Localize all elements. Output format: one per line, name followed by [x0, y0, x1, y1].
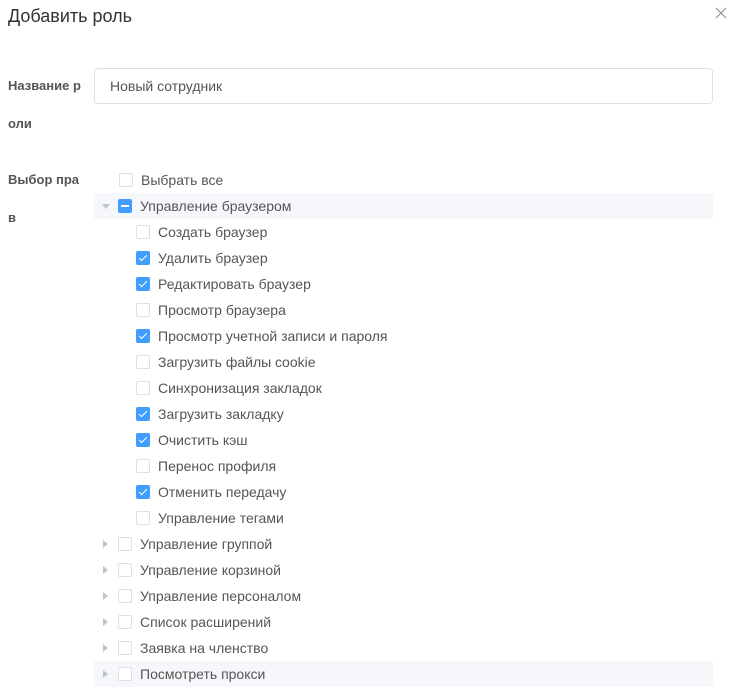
- checkbox[interactable]: [136, 225, 150, 239]
- tree-item-label: Список расширений: [140, 614, 272, 630]
- tree-child-item[interactable]: Загрузить файлы cookie: [94, 349, 713, 375]
- checkbox[interactable]: [136, 277, 150, 291]
- checkbox[interactable]: [118, 563, 132, 577]
- close-icon: [715, 7, 727, 19]
- checkbox[interactable]: [118, 667, 132, 681]
- tree-item-label: Редактировать браузер: [158, 276, 311, 292]
- checkbox[interactable]: [136, 459, 150, 473]
- tree-child-item[interactable]: Создать браузер: [94, 219, 713, 245]
- checkbox[interactable]: [136, 303, 150, 317]
- tree-item-label: Создать браузер: [158, 224, 268, 240]
- checkbox[interactable]: [118, 199, 132, 213]
- tree-group-item[interactable]: Управление группой: [94, 531, 713, 557]
- tree-child-item[interactable]: Синхронизация закладок: [94, 375, 713, 401]
- add-role-dialog: Добавить роль Название роли Выбор прав В…: [0, 0, 730, 697]
- tree-item-label: Отменить передачу: [158, 484, 287, 500]
- checkbox[interactable]: [118, 641, 132, 655]
- permissions-label: Выбор прав: [8, 172, 80, 225]
- tree-child-item[interactable]: Отменить передачу: [94, 479, 713, 505]
- tree-item-label: Выбрать все: [141, 172, 224, 188]
- caret-right-icon[interactable]: [103, 592, 108, 600]
- tree-child-item[interactable]: Удалить браузер: [94, 245, 713, 271]
- tree-item-label: Управление браузером: [140, 198, 292, 214]
- tree-group-item[interactable]: Управление браузером: [94, 193, 713, 219]
- caret-down-icon[interactable]: [102, 204, 110, 209]
- role-name-label: Название роли: [8, 78, 81, 131]
- tree-item-label: Перенос профиля: [158, 458, 277, 474]
- checkbox[interactable]: [118, 537, 132, 551]
- tree-child-item[interactable]: Управление тегами: [94, 505, 713, 531]
- tree-child-item[interactable]: Просмотр учетной записи и пароля: [94, 323, 713, 349]
- checkbox[interactable]: [136, 381, 150, 395]
- tree-group-item[interactable]: Управление корзиной: [94, 557, 713, 583]
- tree-item-label: Синхронизация закладок: [158, 380, 322, 396]
- tree-item-label: Заявка на членство: [140, 640, 269, 656]
- tree-item-label: Очистить кэш: [158, 432, 248, 448]
- checkbox[interactable]: [136, 329, 150, 343]
- tree-item-label: Управление персоналом: [140, 588, 302, 604]
- checkbox[interactable]: [119, 173, 133, 187]
- tree-group-item[interactable]: Список расширений: [94, 609, 713, 635]
- tree-child-item[interactable]: Очистить кэш: [94, 427, 713, 453]
- checkbox[interactable]: [136, 251, 150, 265]
- tree-group-item[interactable]: Управление персоналом: [94, 583, 713, 609]
- tree-child-item[interactable]: Перенос профиля: [94, 453, 713, 479]
- tree-child-item[interactable]: Загрузить закладку: [94, 401, 713, 427]
- checkbox[interactable]: [136, 355, 150, 369]
- role-name-input[interactable]: [94, 68, 713, 104]
- tree-group-item[interactable]: Заявка на членство: [94, 635, 713, 661]
- caret-right-icon[interactable]: [103, 540, 108, 548]
- tree-item-label: Управление корзиной: [140, 562, 281, 578]
- permissions-tree: Выбрать все Управление браузером Создать б…: [94, 167, 713, 687]
- tree-item-label: Просмотр браузера: [158, 302, 286, 318]
- caret-right-icon[interactable]: [103, 644, 108, 652]
- dialog-title: Добавить роль: [8, 6, 133, 26]
- close-button[interactable]: [710, 2, 730, 24]
- caret-right-icon[interactable]: [103, 618, 108, 626]
- select-all-item[interactable]: Выбрать все: [94, 167, 713, 193]
- tree-child-item[interactable]: Редактировать браузер: [94, 271, 713, 297]
- tree-item-label: Управление тегами: [158, 510, 284, 526]
- caret-right-icon[interactable]: [103, 670, 108, 678]
- tree-item-label: Удалить браузер: [158, 250, 268, 266]
- checkbox[interactable]: [136, 407, 150, 421]
- tree-group-item[interactable]: Посмотреть прокси: [94, 661, 713, 687]
- caret-right-icon[interactable]: [103, 566, 108, 574]
- checkbox[interactable]: [118, 589, 132, 603]
- tree-item-label: Просмотр учетной записи и пароля: [158, 328, 388, 344]
- checkbox[interactable]: [136, 433, 150, 447]
- checkbox[interactable]: [136, 511, 150, 525]
- checkbox[interactable]: [136, 485, 150, 499]
- tree-item-label: Посмотреть прокси: [140, 666, 266, 682]
- tree-item-label: Управление группой: [140, 536, 273, 552]
- checkbox[interactable]: [118, 615, 132, 629]
- tree-child-item[interactable]: Просмотр браузера: [94, 297, 713, 323]
- tree-item-label: Загрузить файлы cookie: [158, 354, 316, 370]
- tree-item-label: Загрузить закладку: [158, 406, 284, 422]
